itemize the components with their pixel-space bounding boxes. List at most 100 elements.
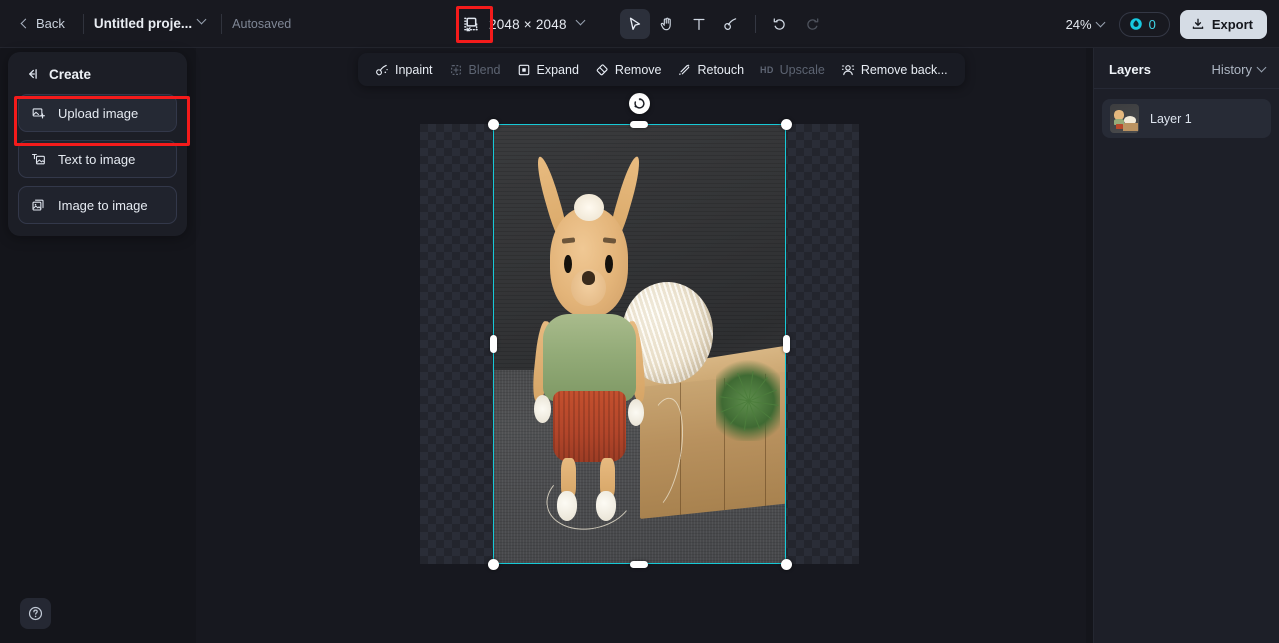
redo-arrow-icon <box>807 18 819 30</box>
rotate-icon <box>634 97 645 109</box>
text-to-image-icon <box>31 153 45 164</box>
layer-item[interactable]: Layer 1 <box>1102 99 1271 138</box>
text-t-icon <box>693 18 705 30</box>
canvas-size-dropdown-button[interactable] <box>571 15 590 32</box>
canvas-resize-icon <box>463 17 478 31</box>
canvas-size-control: 2048 × 2048 <box>455 0 590 48</box>
zoom-control[interactable]: 24% <box>1061 13 1109 36</box>
remove-background-icon <box>841 64 854 75</box>
action-label: Upscale <box>779 62 825 77</box>
create-item-label: Text to image <box>58 151 136 167</box>
text-to-image-button[interactable]: Text to image <box>18 140 177 178</box>
action-label: Remove <box>614 62 662 77</box>
rotate-handle[interactable] <box>629 93 650 114</box>
back-button[interactable]: Back <box>14 11 73 36</box>
tab-history-label: History <box>1211 62 1252 77</box>
action-label: Retouch <box>697 62 745 77</box>
brush-icon <box>724 18 737 30</box>
download-icon <box>1192 18 1204 29</box>
artwork-crochet-doll <box>530 154 648 525</box>
create-panel-header: Create <box>8 52 187 94</box>
action-upscale[interactable]: HD Upscale <box>752 58 833 82</box>
export-button[interactable]: Export <box>1179 9 1267 39</box>
pan-tool[interactable] <box>652 9 682 39</box>
chevron-down-icon-2 <box>575 15 586 25</box>
top-bar-left: Back Untitled proje... Autosaved <box>0 11 291 36</box>
image-to-image-icon <box>32 199 44 211</box>
hd-badge: HD <box>760 64 774 75</box>
resize-handle-bottom-center[interactable] <box>630 560 648 568</box>
layer-list: Layer 1 <box>1094 89 1279 148</box>
layer-name: Layer 1 <box>1150 111 1192 126</box>
canvas-dimensions[interactable]: 2048 × 2048 <box>489 17 567 32</box>
artwork-plant <box>715 352 781 441</box>
top-bar: Back Untitled proje... Autosaved 2048 × … <box>0 0 1279 48</box>
collapse-panel-icon[interactable] <box>24 66 40 82</box>
action-remove[interactable]: Remove <box>587 58 670 82</box>
canvas-area[interactable] <box>196 48 1086 643</box>
help-question-icon <box>28 606 43 621</box>
action-inpaint[interactable]: Inpaint <box>367 58 441 82</box>
upload-image-button[interactable]: Upload image <box>18 94 177 132</box>
action-expand[interactable]: Expand <box>509 58 587 82</box>
layers-panel: Layers History Layer 1 <box>1093 48 1279 643</box>
divider-2 <box>221 13 223 34</box>
brush-tool[interactable] <box>716 9 746 39</box>
retouch-sparkle-icon <box>679 63 691 75</box>
canvas-resize-button[interactable] <box>455 10 485 38</box>
project-name[interactable]: Untitled proje... <box>94 16 192 31</box>
resize-handle-middle-right[interactable] <box>782 335 790 353</box>
undo-arrow-icon <box>773 18 785 30</box>
resize-handle-bottom-right[interactable] <box>780 558 792 570</box>
help-button[interactable] <box>20 598 51 629</box>
top-bar-right: 24% 0 Export <box>1061 0 1267 48</box>
create-panel-title: Create <box>49 66 92 82</box>
divider <box>82 13 84 34</box>
resize-handle-bottom-left[interactable] <box>487 558 499 570</box>
resize-handle-middle-left[interactable] <box>489 335 497 353</box>
expand-frame-icon <box>518 64 529 75</box>
back-label: Back <box>36 16 65 31</box>
project-menu-button[interactable] <box>192 14 211 31</box>
create-item-label: Image to image <box>58 197 148 213</box>
create-options-list: Upload image Text to image Image to imag… <box>8 94 187 224</box>
action-label: Remove back... <box>860 62 948 77</box>
layer-thumbnail <box>1110 104 1139 133</box>
tab-history[interactable]: History <box>1211 62 1267 77</box>
image-action-toolbar: Inpaint Blend Expand Remove Retouch HD U… <box>358 53 965 86</box>
inpaint-brush-icon <box>376 64 388 75</box>
image-to-image-button[interactable]: Image to image <box>18 186 177 224</box>
resize-handle-top-center[interactable] <box>630 120 648 128</box>
upload-image-icon <box>32 107 45 118</box>
select-tool[interactable] <box>620 9 650 39</box>
redo-button[interactable] <box>797 9 827 39</box>
create-item-label: Upload image <box>58 105 139 121</box>
tool-divider <box>755 15 756 33</box>
action-label: Inpaint <box>395 62 433 77</box>
credits-value: 0 <box>1148 16 1156 32</box>
create-panel: Create Upload image Text to image Image … <box>8 52 187 236</box>
tool-group <box>620 0 827 48</box>
export-label: Export <box>1211 16 1253 32</box>
resize-handle-top-left[interactable] <box>487 118 499 130</box>
layers-panel-header: Layers History <box>1094 48 1279 89</box>
undo-button[interactable] <box>765 9 795 39</box>
tab-layers[interactable]: Layers <box>1109 62 1151 77</box>
cursor-arrow-icon <box>629 17 641 30</box>
text-tool[interactable] <box>684 9 714 39</box>
chevron-down-icon <box>196 14 207 25</box>
autosaved-status: Autosaved <box>232 16 292 31</box>
action-label: Expand <box>536 62 579 77</box>
blend-icon <box>450 64 461 75</box>
resize-handle-top-right[interactable] <box>780 118 792 130</box>
zoom-level: 24% <box>1065 16 1092 32</box>
image-editor-app: Back Untitled proje... Autosaved 2048 × … <box>0 0 1279 643</box>
eraser-icon <box>596 63 608 75</box>
credits-badge[interactable]: 0 <box>1118 11 1170 37</box>
action-retouch[interactable]: Retouch <box>669 58 752 82</box>
chevron-left-icon <box>20 18 31 29</box>
canvas-artwork[interactable] <box>493 124 786 564</box>
action-label: Blend <box>468 62 501 77</box>
action-blend[interactable]: Blend <box>441 58 509 82</box>
action-remove-background[interactable]: Remove back... <box>833 58 956 82</box>
